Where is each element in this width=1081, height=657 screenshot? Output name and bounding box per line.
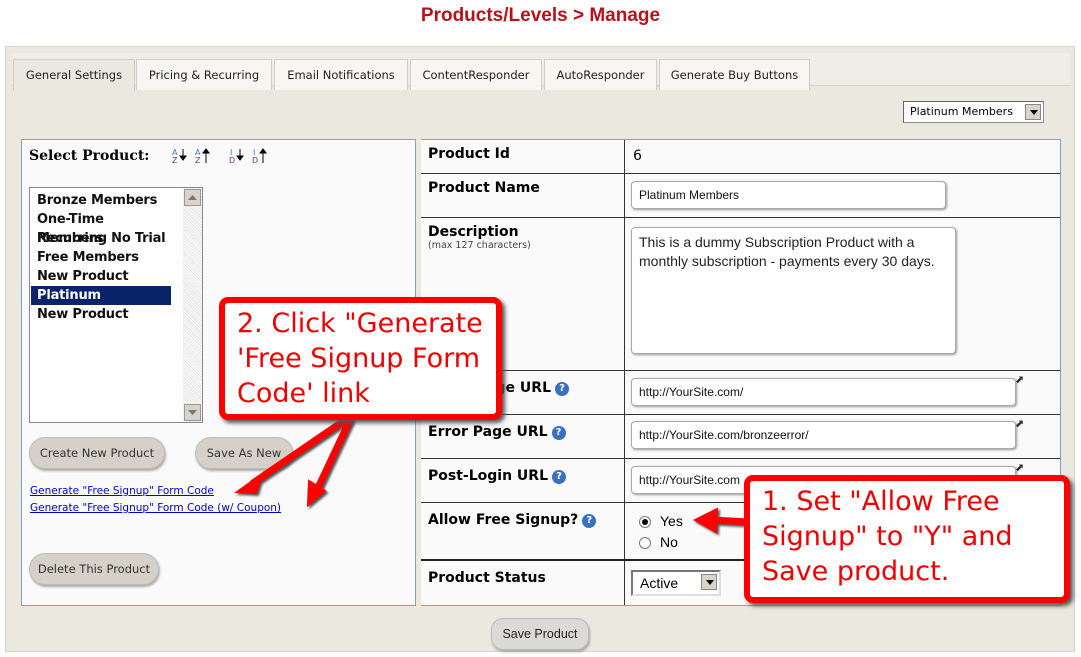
arrow-to-free-signup-link <box>249 416 349 487</box>
arrow-head-icon <box>234 471 264 495</box>
callout-step1: 1. Set "Allow Free Signup" to "Y" and Sa… <box>744 475 1070 603</box>
callout-step2: 2. Click "Generate 'Free Signup Form Cod… <box>219 297 502 420</box>
arrow-head-icon <box>692 507 719 534</box>
